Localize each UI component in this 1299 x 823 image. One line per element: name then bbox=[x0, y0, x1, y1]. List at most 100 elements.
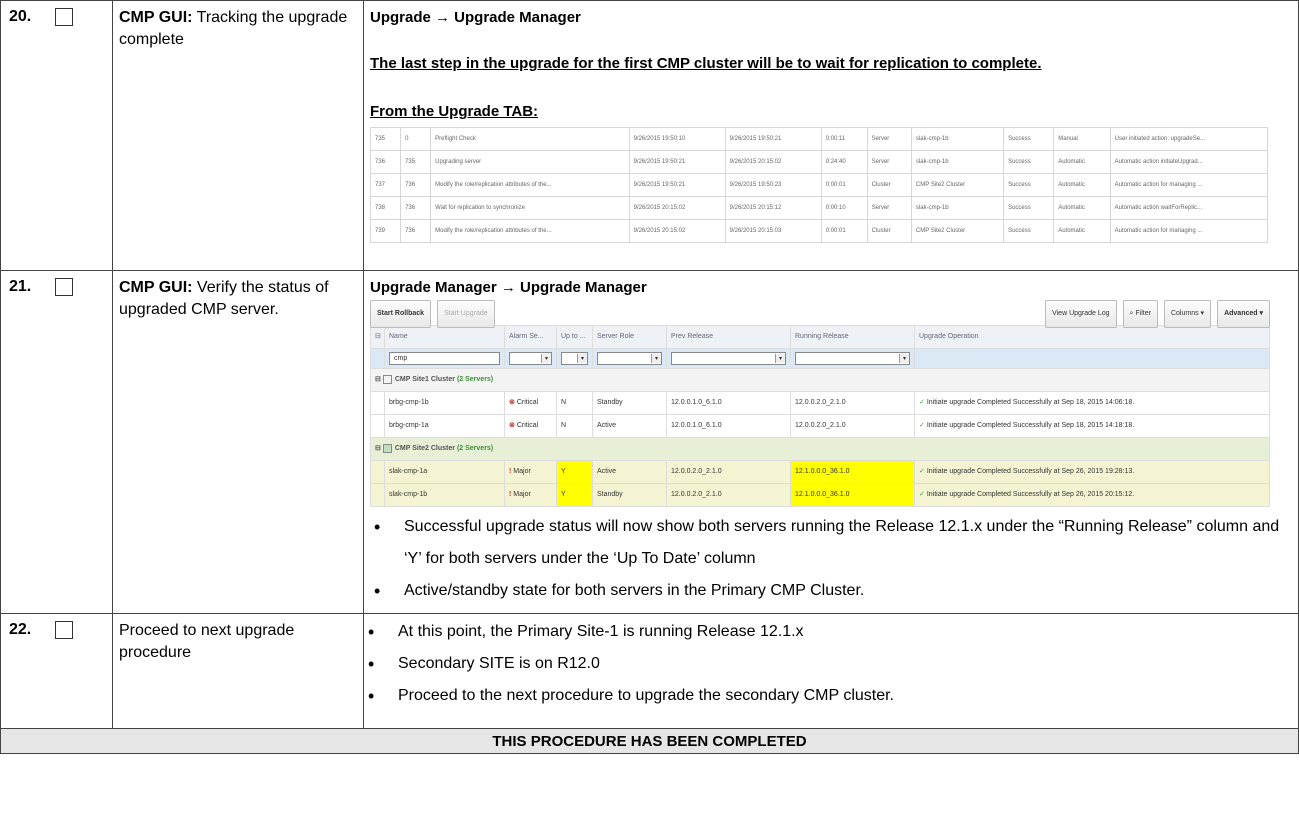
upgrade-tab-row[interactable]: 736 735 Upgrading server 9/26/2015 19:50:21… bbox=[369, 150, 1269, 174]
filter-icon: ⌕ bbox=[1129, 310, 1134, 317]
upgrade-tab-cell: Success bbox=[1003, 127, 1055, 151]
collapse-icon: ⊟ bbox=[375, 376, 381, 383]
bullet-item: Secondary SITE is on R12.0 bbox=[364, 648, 1298, 680]
name-filter-input[interactable]: cmp bbox=[389, 352, 500, 365]
step-checkbox[interactable] bbox=[55, 8, 73, 26]
upgrade-tab-cell: Automatic action for managing ... bbox=[1109, 219, 1269, 243]
upgrade-tab-cell: Automatic action initiateUpgrad... bbox=[1109, 150, 1269, 174]
columns-button[interactable]: Columns ▾ bbox=[1163, 300, 1212, 328]
cluster-group-row[interactable]: ⊟ CMP Site1 Cluster (2 Servers) bbox=[370, 368, 1270, 392]
step-checkbox[interactable] bbox=[55, 278, 73, 296]
role-filter-select[interactable]: ▾ bbox=[597, 352, 662, 365]
step-checkbox[interactable] bbox=[55, 621, 73, 639]
col-header[interactable]: Running Release bbox=[790, 325, 915, 349]
upgrade-tab-cell: 0:24:40 bbox=[820, 150, 868, 174]
group-checkbox[interactable] bbox=[382, 374, 392, 384]
bullet-item: At this point, the Primary Site-1 is run… bbox=[364, 616, 1298, 648]
step-bullets: Successful upgrade status will now show … bbox=[370, 511, 1290, 607]
upgrade-tab-table: 735 0 Preflight Check 9/26/2015 19:50:10 9/2… bbox=[369, 127, 1269, 243]
upgrade-tab-cell: Cluster bbox=[866, 173, 912, 197]
dropdown-icon: ▾ bbox=[577, 354, 587, 363]
upgrade-tab-cell: Wait for replication to synchronize bbox=[430, 196, 630, 220]
footer-row: THIS PROCEDURE HAS BEEN COMPLETED bbox=[0, 728, 1299, 754]
critical-alarm-icon: ⊗ bbox=[509, 422, 515, 429]
step-description: CMP GUI: Tracking the upgrade complete bbox=[119, 9, 348, 48]
col-header[interactable]: Upgrade Operation bbox=[914, 325, 1270, 349]
col-header[interactable]: Prev Release bbox=[666, 325, 791, 349]
uptodate-filter-select[interactable]: ▾ bbox=[561, 352, 588, 365]
upgrade-tab-cell: CMP Site2 Cluster bbox=[910, 219, 1005, 243]
major-alarm-icon: ! bbox=[509, 491, 512, 498]
upgrade-tab-cell: 735 bbox=[369, 127, 402, 151]
upgrade-tab-cell: Success bbox=[1003, 196, 1055, 220]
upgrade-tab-cell: Success bbox=[1003, 219, 1055, 243]
dropdown-icon: ▾ bbox=[651, 354, 661, 363]
dropdown-icon: ▾ bbox=[899, 354, 909, 363]
upgrade-tab-cell: 9/26/2015 19:50:10 bbox=[628, 127, 726, 151]
upgrade-tab-row[interactable]: 737 736 Modify the role/replication attrib… bbox=[369, 173, 1269, 197]
upgrade-tab-cell: 736 bbox=[369, 150, 402, 174]
step-21-row: 21. CMP GUI: Verify the status of upgrad… bbox=[0, 270, 1299, 614]
upgrade-tab-cell: slak-cmp-1b bbox=[910, 150, 1005, 174]
cluster-group-row[interactable]: ⊟ CMP Site2 Cluster (2 Servers) bbox=[370, 437, 1270, 461]
upgrade-tab-cell: Success bbox=[1003, 150, 1055, 174]
upgrade-tab-cell: 0:00:01 bbox=[820, 173, 868, 197]
server-row[interactable]: brbg-cmp-1a ⊗ Critical N Active 12.0.0.1… bbox=[370, 414, 1270, 438]
upgrade-tab-row[interactable]: 739 736 Modify the role/replication attrib… bbox=[369, 219, 1269, 243]
upgrade-tab-cell: slak-cmp-1b bbox=[910, 127, 1005, 151]
upgrade-tab-row[interactable]: 735 0 Preflight Check 9/26/2015 19:50:10 9/2… bbox=[369, 127, 1269, 151]
upgrade-tab-cell: 9/26/2015 20:15:02 bbox=[724, 150, 822, 174]
server-row[interactable]: brbg-cmp-1b ⊗ Critical N Standby 12.0.0.… bbox=[370, 391, 1270, 415]
col-header[interactable]: Up to ... bbox=[556, 325, 593, 349]
step-number: 20. bbox=[9, 8, 32, 25]
upgrade-tab-cell: Automatic bbox=[1053, 173, 1111, 197]
bullet-item: Active/standby state for both servers in… bbox=[370, 575, 1290, 607]
dropdown-icon: ▾ bbox=[775, 354, 785, 363]
col-header[interactable]: Alarm Se... bbox=[504, 325, 557, 349]
step-subheading: From the Upgrade TAB: bbox=[370, 103, 539, 120]
step-number: 21. bbox=[9, 278, 32, 295]
expand-all-icon[interactable]: ⊟ bbox=[370, 325, 385, 349]
upgrade-tab-row[interactable]: 738 736 Wait for replication to synchroniz… bbox=[369, 196, 1269, 220]
upgrade-tab-cell: Automatic action for managing ... bbox=[1109, 173, 1269, 197]
upgrade-tab-cell: 0:00:01 bbox=[820, 219, 868, 243]
group-checkbox[interactable] bbox=[382, 443, 392, 453]
server-row[interactable]: slak-cmp-1a ! Major Y Active 12.0.0.2.0_… bbox=[370, 460, 1270, 484]
upgrade-tab-cell: 739 bbox=[369, 219, 402, 243]
upgrade-tab-cell: 737 bbox=[369, 173, 402, 197]
upgrade-tab-cell: 0:00:11 bbox=[820, 127, 868, 151]
upgrade-tab-cell: 9/26/2015 20:15:02 bbox=[628, 196, 726, 220]
step-heading: Upgrade Manager → Upgrade Manager bbox=[370, 279, 647, 296]
upgrade-tab-cell: 736 bbox=[400, 196, 432, 220]
collapse-icon: ⊟ bbox=[375, 445, 381, 452]
grid-header: ⊟ Name Alarm Se... Up to ... Server Role… bbox=[370, 325, 1270, 349]
upgrade-tab-cell: 9/26/2015 19:50:23 bbox=[724, 173, 822, 197]
filter-row: cmp ▾ ▾ ▾ ▾ ▾ bbox=[370, 348, 1270, 369]
view-upgrade-log-button[interactable]: View Upgrade Log bbox=[1045, 300, 1117, 328]
start-upgrade-button[interactable]: Start Upgrade bbox=[437, 300, 495, 328]
upgrade-tab-cell: 9/26/2015 20:15:12 bbox=[724, 196, 822, 220]
start-rollback-button[interactable]: Start Rollback bbox=[370, 300, 432, 328]
filter-button[interactable]: ⌕ Filter bbox=[1122, 300, 1158, 328]
upgrade-tab-cell: 9/26/2015 20:15:03 bbox=[724, 219, 822, 243]
upgrade-tab-cell: Automatic action waitForReplic... bbox=[1109, 196, 1269, 220]
upgrade-tab-cell: Automatic bbox=[1053, 196, 1111, 220]
upgrade-tab-cell: Success bbox=[1003, 173, 1055, 197]
upgrade-toolbar: Start Rollback Start Upgrade View Upgrad… bbox=[370, 300, 1270, 328]
servers-grid: ⊟ Name Alarm Se... Up to ... Server Role… bbox=[370, 325, 1270, 507]
server-row[interactable]: slak-cmp-1b ! Major Y Standby 12.0.0.2.0… bbox=[370, 483, 1270, 507]
upgrade-tab-cell: Modify the role/replication attributes o… bbox=[430, 173, 630, 197]
col-header[interactable]: Server Role bbox=[592, 325, 667, 349]
upgrade-tab-cell: Upgrading server bbox=[430, 150, 630, 174]
running-release-filter-select[interactable]: ▾ bbox=[795, 352, 910, 365]
upgrade-tab-cell: 738 bbox=[369, 196, 402, 220]
procedure-table: 20. CMP GUI: Tracking the upgrade comple… bbox=[0, 0, 1299, 754]
advanced-button[interactable]: Advanced ▾ bbox=[1217, 300, 1270, 328]
upgrade-tab-cell: 735 bbox=[400, 150, 432, 174]
col-header[interactable]: Name bbox=[384, 325, 505, 349]
upgrade-tab-cell: 0:00:10 bbox=[820, 196, 868, 220]
upgrade-tab-cell: slak-cmp-1b bbox=[910, 196, 1005, 220]
upgrade-tab-cell: CMP Site2 Cluster bbox=[910, 173, 1005, 197]
alarm-filter-select[interactable]: ▾ bbox=[509, 352, 552, 365]
prev-release-filter-select[interactable]: ▾ bbox=[671, 352, 786, 365]
